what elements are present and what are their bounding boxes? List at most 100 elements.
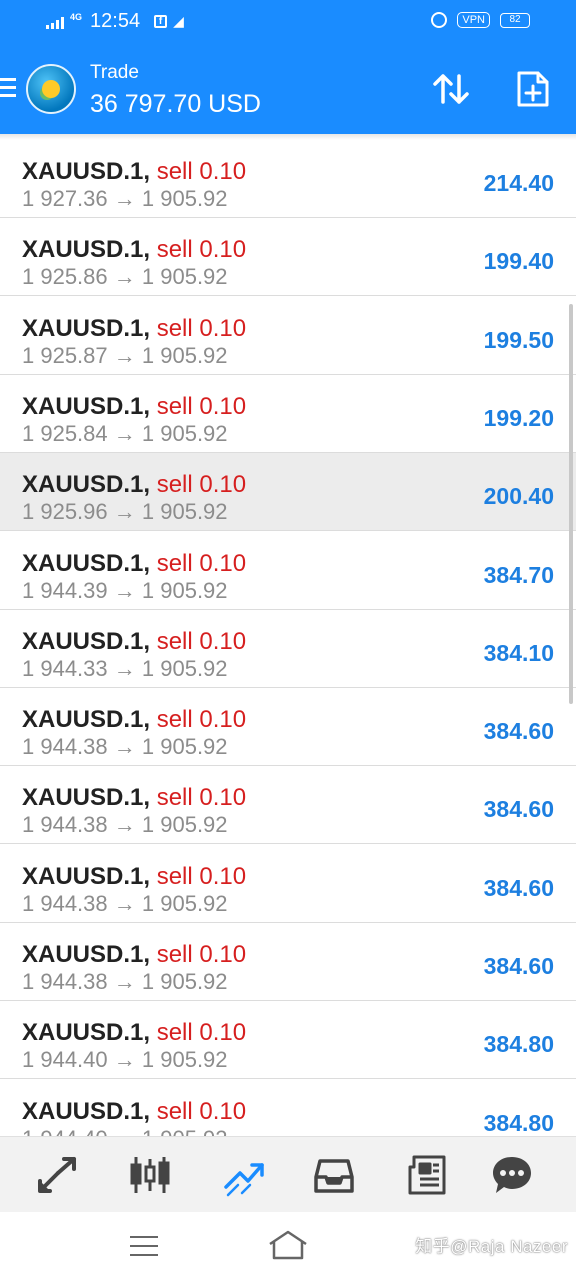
position-profit: 214.40 — [483, 170, 554, 196]
arrow-icon: → — [113, 264, 136, 290]
position-separator: , — [143, 471, 157, 499]
position-title: XAUUSD.1, sell 0.10 — [22, 550, 246, 578]
chat-icon[interactable] — [490, 1153, 534, 1197]
position-symbol: XAUUSD.1 — [22, 314, 144, 342]
position-prices: 1 944.40 → 1 905.92 — [22, 1047, 228, 1073]
position-side: sell 0.10 — [156, 627, 247, 655]
trade-icon[interactable] — [222, 1153, 266, 1197]
history-icon[interactable] — [312, 1153, 356, 1197]
position-row[interactable]: XAUUSD.1, sell 0.10 1 944.38 → 1 905.92 38… — [0, 844, 576, 923]
sort-icon[interactable] — [432, 72, 470, 106]
system-nav: 知乎@Raja Nazeer — [0, 1212, 576, 1280]
position-title: XAUUSD.1, sell 0.10 — [22, 393, 246, 421]
position-prices: 1 925.86 → 1 905.92 — [22, 264, 228, 290]
arrow-icon: → — [114, 1126, 136, 1136]
position-row[interactable]: XAUUSD.1, sell 0.10 1 925.96 → 1 905.92 20… — [0, 453, 576, 532]
position-prices: 1 925.96 → 1 905.92 — [22, 499, 228, 525]
position-side: sell 0.10 — [156, 314, 247, 342]
current-price: 1 905.92 — [141, 655, 228, 681]
position-side: sell 0.10 — [156, 784, 247, 812]
position-title: XAUUSD.1, sell 0.10 — [22, 315, 246, 343]
position-row[interactable]: XAUUSD.1, sell 0.10 1 925.84 → 1 905.92 19… — [0, 374, 576, 453]
position-separator: , — [143, 627, 157, 655]
position-symbol: XAUUSD.1 — [22, 392, 144, 420]
position-row[interactable]: XAUUSD.1, sell 0.10 1 944.38 → 1 905.92 38… — [0, 923, 576, 1001]
arrow-icon: → — [113, 890, 136, 916]
bottom-nav — [0, 1136, 576, 1212]
position-separator: , — [143, 941, 157, 968]
arrow-icon: → — [113, 969, 136, 994]
status-left: 4G 12:54 f ◢ — [46, 10, 184, 33]
position-symbol: XAUUSD.1 — [22, 941, 144, 968]
position-profit: 384.10 — [483, 639, 554, 666]
current-price: 1 905.92 — [141, 186, 228, 211]
status-right: VPN 82 — [431, 12, 530, 28]
position-title: XAUUSD.1, sell 0.10 — [22, 236, 246, 264]
position-title: XAUUSD.1, sell 0.10 — [22, 863, 246, 891]
open-price: 1 944.33 — [22, 655, 108, 681]
position-profit: 384.60 — [483, 796, 554, 823]
position-profit: 384.80 — [483, 1109, 554, 1136]
position-profit: 384.60 — [483, 953, 554, 979]
home-icon[interactable] — [268, 1230, 308, 1262]
position-title: XAUUSD.1, sell 0.10 — [22, 1019, 246, 1047]
chart-icon[interactable] — [128, 1153, 172, 1197]
position-symbol: XAUUSD.1 — [22, 784, 144, 812]
position-row[interactable]: XAUUSD.1, sell 0.10 1 944.33 → 1 905.92 38… — [0, 609, 576, 688]
position-row[interactable]: XAUUSD.1, sell 0.10 1 944.39 → 1 905.92 38… — [0, 531, 576, 610]
position-side: sell 0.10 — [156, 471, 247, 499]
arrow-icon: → — [113, 655, 136, 681]
position-profit: 384.60 — [483, 718, 554, 745]
position-separator: , — [143, 236, 157, 264]
position-row[interactable]: XAUUSD.1, sell 0.10 1 925.86 → 1 905.92 19… — [0, 218, 576, 297]
position-side: sell 0.10 — [156, 862, 247, 890]
quotes-icon[interactable] — [36, 1153, 80, 1197]
position-profit: 200.40 — [483, 483, 554, 510]
position-side: sell 0.10 — [156, 158, 247, 185]
position-profit: 384.60 — [483, 874, 554, 901]
positions-list[interactable]: XAUUSD.1, sell 0.10 1 927.36 → 1 905.92 21… — [0, 134, 576, 1136]
scrollbar[interactable] — [569, 304, 573, 704]
position-row[interactable]: XAUUSD.1, sell 0.101 944.40 → 1 905.9238… — [0, 1079, 576, 1136]
position-prices: 1 944.39 → 1 905.92 — [22, 578, 228, 604]
position-symbol: XAUUSD.1 — [22, 862, 144, 890]
current-price: 1 905.92 — [141, 969, 228, 994]
position-row[interactable]: XAUUSD.1, sell 0.10 1 944.38 → 1 905.92 38… — [0, 766, 576, 845]
position-side: sell 0.10 — [156, 549, 247, 577]
position-separator: , — [143, 862, 157, 890]
current-price: 1 905.92 — [141, 499, 228, 525]
position-title: XAUUSD.1, sell 0.10 — [22, 471, 246, 499]
arrow-icon: → — [113, 577, 136, 603]
news-icon[interactable] — [404, 1153, 448, 1197]
status-time: 12:54 — [90, 10, 141, 32]
open-price: 1 925.84 — [22, 420, 108, 446]
recent-apps-icon[interactable] — [130, 1236, 158, 1258]
open-price: 1 925.87 — [22, 342, 108, 368]
position-prices: 1 927.36 → 1 905.92 — [22, 186, 228, 212]
current-price: 1 905.92 — [142, 1126, 228, 1136]
open-price: 1 944.38 — [22, 812, 108, 838]
position-row[interactable]: XAUUSD.1, sell 0.10 1 927.36 → 1 905.92 21… — [0, 140, 576, 218]
position-profit: 384.80 — [483, 1031, 554, 1058]
position-separator: , — [143, 1019, 157, 1047]
position-separator: , — [143, 706, 157, 734]
position-row[interactable]: XAUUSD.1, sell 0.101 944.40 → 1 905.92 38… — [0, 1001, 576, 1080]
arrow-icon: → — [113, 812, 136, 838]
position-title: XAUUSD.1, sell 0.10 — [22, 1098, 246, 1126]
new-order-icon[interactable] — [516, 70, 550, 108]
position-side: sell 0.10 — [156, 706, 247, 734]
menu-icon[interactable] — [0, 78, 16, 98]
position-side: sell 0.10 — [156, 941, 247, 968]
position-title: XAUUSD.1, sell 0.10 — [22, 941, 246, 969]
current-price: 1 905.92 — [141, 577, 228, 603]
position-title: XAUUSD.1, sell 0.10 — [22, 784, 246, 812]
position-separator: , — [143, 314, 157, 342]
position-symbol: XAUUSD.1 — [22, 706, 144, 734]
position-separator: , — [143, 392, 157, 420]
position-separator: , — [143, 1097, 157, 1125]
position-symbol: XAUUSD.1 — [22, 549, 144, 577]
open-price: 1 944.38 — [22, 734, 108, 760]
position-row[interactable]: XAUUSD.1, sell 0.10 1 925.87 → 1 905.92 19… — [0, 296, 576, 375]
position-row[interactable]: XAUUSD.1, sell 0.10 1 944.38 → 1 905.92 38… — [0, 688, 576, 767]
position-symbol: XAUUSD.1 — [22, 1097, 144, 1125]
